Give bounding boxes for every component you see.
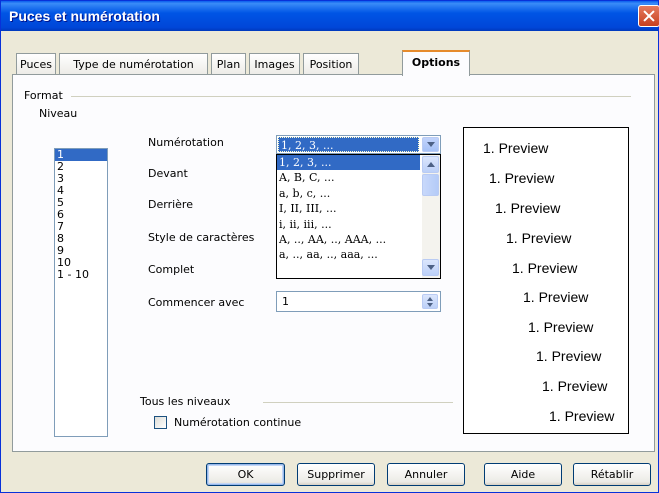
scroll-up-button[interactable] [422,156,439,173]
dropdown-option[interactable]: I, II, III, ... [277,201,420,216]
commencer-avec-label: Commencer avec [148,296,245,309]
numerotation-continue-checkbox[interactable] [154,416,167,429]
close-icon[interactable] [638,5,659,27]
help-button[interactable]: Aide [484,463,562,486]
numerotation-selected-value: 1, 2, 3, ... [278,137,419,152]
scroll-thumb[interactable] [422,174,439,196]
preview-line: 1. Preview [495,200,561,216]
dropdown-option[interactable]: i, ii, iii, ... [277,217,420,232]
dropdown-option[interactable]: A, B, C, ... [277,170,420,185]
scroll-down-button[interactable] [422,259,439,276]
numerotation-label: Numérotation [148,136,224,149]
commencer-avec-spinner[interactable]: 1 [276,291,441,312]
format-divider [71,96,631,97]
numerotation-dropdown-list[interactable]: 1, 2, 3, ... A, B, C, ... a, b, c, ... I… [276,154,441,279]
format-group-label: Format [24,89,63,102]
reset-button[interactable]: Rétablir [573,463,651,486]
cancel-button[interactable]: Annuler [387,463,465,486]
spin-down-icon[interactable] [427,303,433,307]
spinner-buttons[interactable] [422,294,438,309]
dropdown-option[interactable]: a, .., aa, .., aaa, ... [277,247,420,262]
level-item[interactable]: 1 - 10 [55,269,107,281]
dropdown-scrollbar[interactable] [422,155,440,278]
tab-options[interactable]: Options [402,50,470,76]
chevron-up-icon [427,162,435,167]
preview-line: 1. Preview [489,170,555,186]
niveau-label: Niveau [39,107,78,120]
numerotation-continue-label[interactable]: Numérotation continue [174,416,301,429]
window-title: Puces et numérotation [9,8,160,24]
preview-line: 1. Preview [536,348,602,364]
spin-up-icon[interactable] [427,297,433,301]
preview-line: 1. Preview [542,378,608,394]
delete-button[interactable]: Supprimer [297,463,375,486]
tab-position[interactable]: Position [303,53,359,75]
dropdown-option[interactable]: 1, 2, 3, ... [277,155,420,171]
tous-les-niveaux-divider [263,402,453,403]
devant-label: Devant [148,167,188,180]
dropdown-option[interactable]: a, b, c, ... [277,186,420,201]
dialog-window: Puces et numérotation Puces Type de numé… [0,0,659,493]
preview-line: 1. Preview [506,230,572,246]
numerotation-select[interactable]: 1, 2, 3, ... [276,135,441,154]
derriere-label: Derrière [148,198,193,211]
level-list[interactable]: 1 2 3 4 5 6 7 8 9 10 1 - 10 [54,148,108,437]
preview-line: 1. Preview [549,408,615,424]
preview-line: 1. Preview [528,319,594,335]
tab-plan[interactable]: Plan [211,53,246,75]
tab-images[interactable]: Images [249,53,300,75]
preview-line: 1. Preview [512,260,578,276]
dropdown-button[interactable] [422,137,439,152]
tous-les-niveaux-label: Tous les niveaux [140,395,231,408]
title-bar[interactable]: Puces et numérotation [1,1,659,31]
chevron-down-icon [427,142,435,147]
preview-line: 1. Preview [523,289,589,305]
complet-label: Complet [148,263,195,276]
style-caracteres-label: Style de caractères [148,231,255,244]
chevron-down-icon [427,265,435,270]
tab-type-de-numerotation[interactable]: Type de numérotation [59,53,208,75]
ok-button[interactable]: OK [206,463,285,486]
tab-puces[interactable]: Puces [16,53,56,75]
commencer-avec-value: 1 [282,295,289,308]
preview-line: 1. Preview [483,140,549,156]
dropdown-option[interactable]: A, .., AA, .., AAA, ... [277,232,420,247]
preview-pane: 1. Preview 1. Preview 1. Preview 1. Prev… [463,127,629,434]
